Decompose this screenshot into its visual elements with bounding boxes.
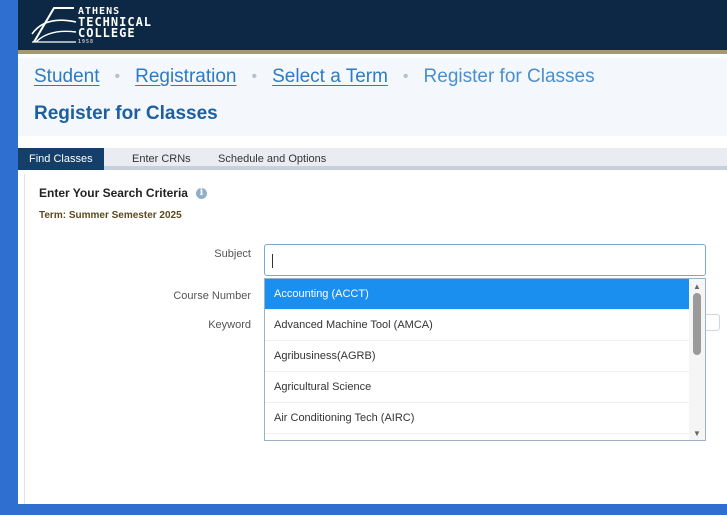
text-caret xyxy=(272,254,273,268)
subject-option-agrb[interactable]: Agribusiness(AGRB) xyxy=(265,341,689,372)
tab-enter-crns[interactable]: Enter CRNs xyxy=(132,148,191,170)
course-number-label: Course Number xyxy=(173,290,251,302)
subject-input[interactable] xyxy=(264,244,706,276)
college-logo[interactable]: ATHENS TECHNICAL COLLEGE 1958 xyxy=(30,2,160,50)
tab-find-classes[interactable]: Find Classes xyxy=(18,148,104,170)
logo-wordmark: ATHENS TECHNICAL COLLEGE 1958 xyxy=(78,6,152,45)
breadcrumb-separator: • xyxy=(114,68,121,85)
tab-bar: Find Classes Enter CRNs Schedule and Opt… xyxy=(18,148,727,170)
search-criteria-label: Enter Your Search Criteria xyxy=(39,186,188,200)
dropdown-scrollbar[interactable]: ▲ ▼ xyxy=(689,279,705,440)
site-header: ATHENS TECHNICAL COLLEGE 1958 xyxy=(18,0,727,54)
info-icon[interactable]: i xyxy=(195,187,207,199)
page-header: Student • Registration • Select a Term •… xyxy=(18,58,727,136)
term-label: Term: Summer Semester 2025 xyxy=(39,210,182,221)
breadcrumb-current: Register for Classes xyxy=(423,66,595,87)
keyword-input-edge[interactable] xyxy=(706,314,720,331)
search-panel: Enter Your Search Criteria i Term: Summe… xyxy=(24,174,727,504)
breadcrumb: Student • Registration • Select a Term •… xyxy=(34,66,595,88)
browser-frame: ATHENS TECHNICAL COLLEGE 1958 Student • … xyxy=(18,0,727,504)
tab-schedule-options[interactable]: Schedule and Options xyxy=(218,148,326,170)
subject-label: Subject xyxy=(214,248,251,260)
scroll-up-icon[interactable]: ▲ xyxy=(693,282,701,291)
subject-option-accounting[interactable]: Accounting (ACCT) xyxy=(265,279,689,310)
breadcrumb-student[interactable]: Student xyxy=(34,66,100,88)
breadcrumb-separator: • xyxy=(251,68,258,85)
breadcrumb-separator: • xyxy=(402,68,409,85)
subject-dropdown-list[interactable]: Accounting (ACCT) Advanced Machine Tool … xyxy=(264,278,706,441)
breadcrumb-select-term[interactable]: Select a Term xyxy=(272,66,388,88)
breadcrumb-registration[interactable]: Registration xyxy=(135,66,236,88)
page-title: Register for Classes xyxy=(34,103,218,124)
search-criteria-heading: Enter Your Search Criteria i xyxy=(39,186,207,200)
subject-option-amca[interactable]: Advanced Machine Tool (AMCA) xyxy=(265,310,689,341)
subject-option-airc[interactable]: Air Conditioning Tech (AIRC) xyxy=(265,403,689,434)
scroll-down-icon[interactable]: ▼ xyxy=(693,429,701,438)
logo-emblem-icon xyxy=(31,7,77,43)
scroll-thumb[interactable] xyxy=(693,293,701,355)
keyword-label: Keyword xyxy=(208,319,251,331)
logo-line-3: COLLEGE xyxy=(78,26,136,40)
subject-option-agricultural-science[interactable]: Agricultural Science xyxy=(265,372,689,403)
